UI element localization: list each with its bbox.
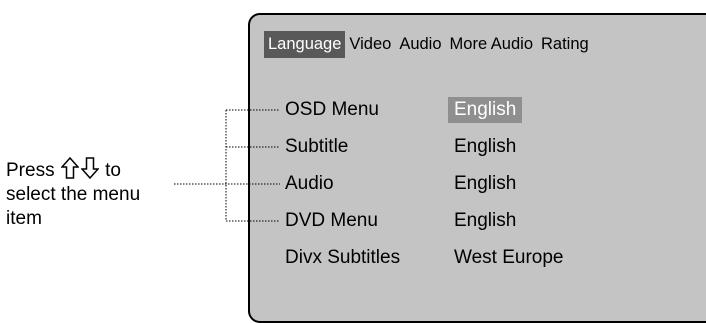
callout-connector-lines xyxy=(174,109,280,222)
